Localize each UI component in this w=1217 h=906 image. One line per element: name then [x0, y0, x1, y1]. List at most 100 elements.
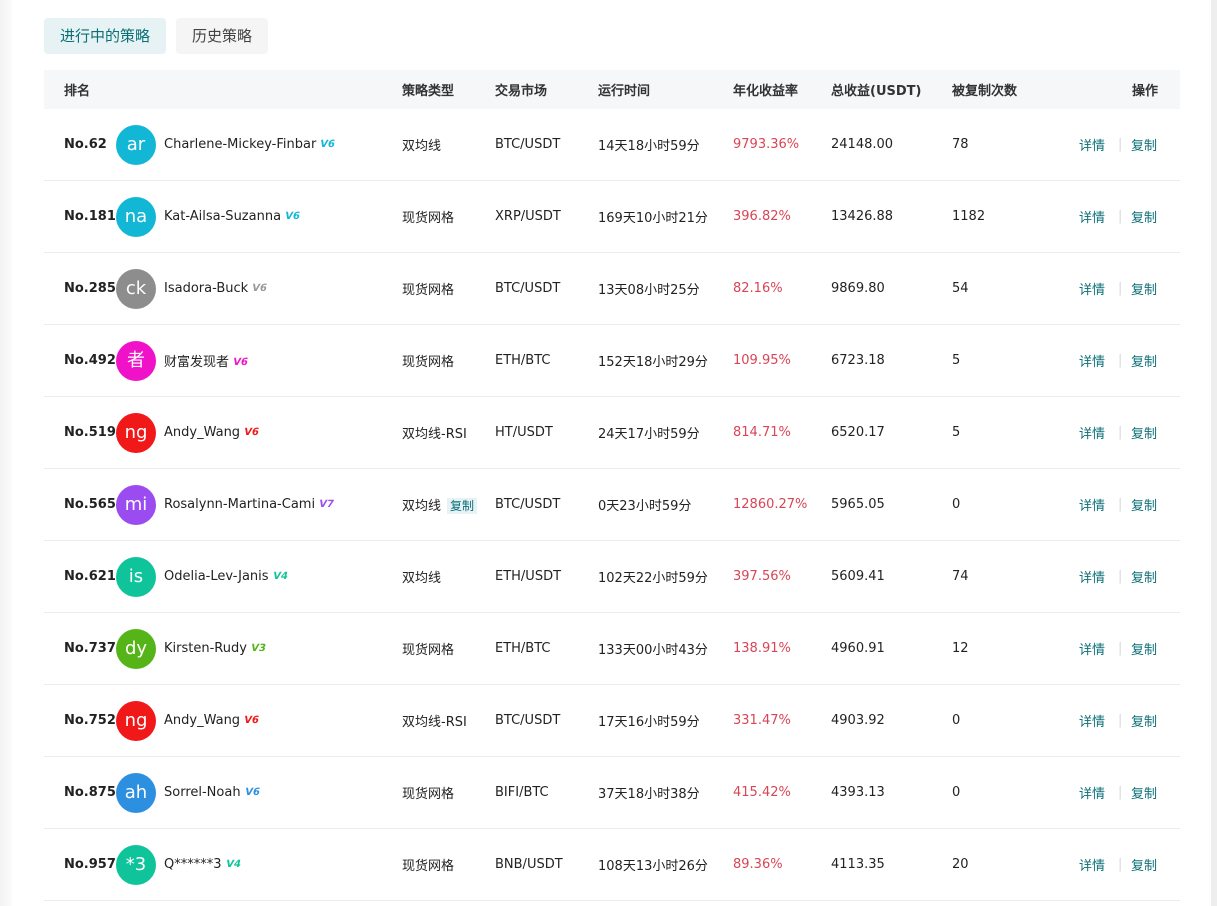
table-row: No.62 ar Charlene-Mickey-Finbar V6 双均线 BT…: [44, 109, 1180, 181]
detail-link[interactable]: 详情: [1079, 207, 1105, 226]
avatar: 者: [116, 340, 156, 381]
annualized-rate-cell: 331.47%: [733, 713, 791, 728]
header-market: 交易市场: [495, 84, 548, 99]
rank-cell: No.181: [64, 209, 116, 224]
vip-level-icon: V4: [271, 571, 289, 582]
runtime-cell: 108天13小时26分: [598, 859, 708, 874]
runtime-cell: 24天17小时59分: [598, 427, 700, 442]
copy-link[interactable]: 复制: [1131, 495, 1157, 514]
copy-link[interactable]: 复制: [1131, 567, 1157, 586]
avatar: mi: [116, 484, 156, 525]
strategy-type: 现货网格: [402, 283, 455, 298]
copy-count-cell: 0: [952, 713, 961, 728]
total-profit-cell: 6520.17: [831, 425, 885, 440]
user-name: Rosalynn-Martina-Cami: [164, 497, 316, 512]
market-cell: HT/USDT: [495, 425, 553, 440]
strategy-type-cell: 现货网格: [402, 351, 454, 370]
copy-count-cell: 78: [952, 137, 969, 152]
vip-level-icon: V6: [242, 715, 260, 726]
table-row: No.285 ck Isadora-Buck V6 现货网格 BTC/USDT 1…: [44, 253, 1180, 325]
market-cell: BTC/USDT: [495, 713, 561, 728]
user-name-cell: Kirsten-Rudy V3: [164, 641, 267, 656]
rank-cell: No.285: [64, 281, 116, 296]
header-total: 总收益(USDT): [831, 84, 922, 99]
detail-link[interactable]: 详情: [1079, 783, 1105, 802]
vip-level-icon: V6: [250, 283, 269, 294]
table-row: No.752 ng Andy_Wang V6 双均线-RSI BTC/USDT 1…: [44, 685, 1180, 757]
runtime-cell: 14天18小时59分: [598, 139, 700, 154]
avatar: ng: [116, 412, 156, 453]
action-separator: |: [1118, 785, 1123, 800]
copy-link[interactable]: 复制: [1131, 855, 1157, 874]
strategy-type-cell: 双均线-RSI: [402, 423, 467, 442]
strategy-type: 双均线: [402, 139, 442, 154]
table-body: No.62 ar Charlene-Mickey-Finbar V6 双均线 BT…: [44, 109, 1180, 901]
rank-cell: No.737: [64, 641, 116, 656]
detail-link[interactable]: 详情: [1079, 711, 1105, 730]
action-separator: |: [1118, 857, 1123, 872]
table-row: No.519 ng Andy_Wang V6 双均线-RSI HT/USDT 24…: [44, 397, 1180, 469]
strategy-type-cell: 现货网格: [402, 279, 454, 298]
vip-level-icon: V6: [231, 357, 249, 368]
copy-link[interactable]: 复制: [1131, 639, 1157, 658]
action-separator: |: [1118, 641, 1123, 656]
strategy-type: 双均线: [402, 571, 442, 586]
tab-history[interactable]: 历史策略: [176, 18, 269, 54]
copy-link[interactable]: 复制: [1131, 423, 1157, 442]
vip-level-icon: V6: [283, 211, 301, 222]
runtime-cell: 169天10小时21分: [598, 211, 708, 226]
copy-count-cell: 12: [952, 641, 969, 656]
detail-link[interactable]: 详情: [1079, 135, 1105, 154]
detail-link[interactable]: 详情: [1079, 855, 1105, 874]
detail-link[interactable]: 详情: [1079, 639, 1105, 658]
strategy-type: 双均线: [402, 499, 442, 514]
total-profit-cell: 4903.92: [831, 713, 885, 728]
detail-link[interactable]: 详情: [1079, 495, 1105, 514]
strategy-tabs: 进行中的策略 历史策略: [44, 18, 269, 54]
table-row: No.621 is Odelia-Lev-Janis V4 双均线 ETH/USD…: [44, 541, 1180, 613]
rank-cell: No.519: [64, 425, 116, 440]
action-separator: |: [1118, 137, 1123, 152]
rank-cell: No.752: [64, 713, 116, 728]
copy-link[interactable]: 复制: [1131, 783, 1157, 802]
detail-link[interactable]: 详情: [1079, 567, 1105, 586]
copy-link[interactable]: 复制: [1131, 711, 1157, 730]
annualized-rate-cell: 12860.27%: [733, 497, 808, 512]
copy-count-cell: 74: [952, 569, 969, 584]
user-name-cell: Sorrel-Noah V6: [164, 785, 260, 800]
copy-link[interactable]: 复制: [1131, 279, 1157, 298]
rank-cell: No.957: [64, 857, 116, 872]
copy-link[interactable]: 复制: [1131, 207, 1157, 226]
market-cell: ETH/BTC: [495, 641, 551, 656]
strategy-type-cell: 双均线: [402, 135, 441, 154]
runtime-cell: 0天23小时59分: [598, 499, 692, 514]
rank-cell: No.875: [64, 785, 116, 800]
market-cell: ETH/USDT: [495, 569, 562, 584]
avatar: ck: [116, 268, 156, 309]
user-name-cell: Kat-Ailsa-Suzanna V6: [164, 209, 301, 224]
user-name: Kat-Ailsa-Suzanna: [164, 209, 282, 224]
copy-link[interactable]: 复制: [1131, 135, 1157, 154]
table-row: No.737 dy Kirsten-Rudy V3 现货网格 ETH/BTC 13…: [44, 613, 1180, 685]
user-name-cell: Andy_Wang V6: [164, 425, 260, 440]
strategy-table: 排名 策略类型 交易市场 运行时间 年化收益率 总收益(USDT) 被复制次数 …: [44, 70, 1180, 901]
copy-link[interactable]: 复制: [1131, 351, 1157, 370]
total-profit-cell: 24148.00: [831, 137, 894, 152]
header-rate: 年化收益率: [733, 84, 799, 99]
user-name: 财富发现者: [164, 355, 230, 370]
runtime-cell: 37天18小时38分: [598, 787, 700, 802]
strategy-type-cell: 现货网格: [402, 855, 454, 874]
total-profit-cell: 4113.35: [831, 857, 885, 872]
detail-link[interactable]: 详情: [1079, 423, 1105, 442]
table-row: No.181 na Kat-Ailsa-Suzanna V6 现货网格 XRP/U…: [44, 181, 1180, 253]
total-profit-cell: 9869.80: [831, 281, 885, 296]
runtime-cell: 133天00小时43分: [598, 643, 708, 658]
copy-count-cell: 20: [952, 857, 969, 872]
strategy-type: 现货网格: [402, 787, 455, 802]
tab-running[interactable]: 进行中的策略: [44, 18, 167, 54]
user-name: Charlene-Mickey-Finbar: [164, 137, 317, 152]
detail-link[interactable]: 详情: [1079, 279, 1105, 298]
detail-link[interactable]: 详情: [1079, 351, 1105, 370]
user-name-cell: Q******3 V4: [164, 857, 241, 872]
avatar: is: [116, 556, 156, 597]
